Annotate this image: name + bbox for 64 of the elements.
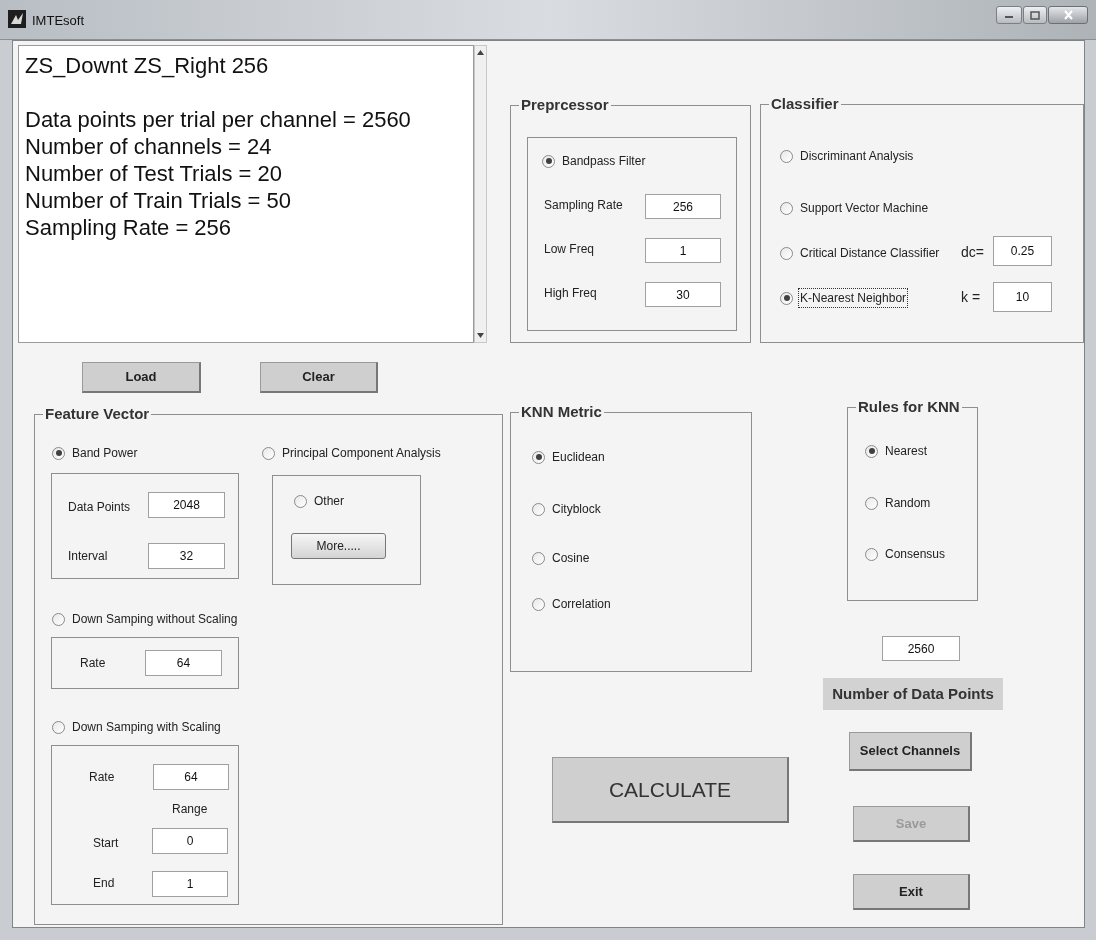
input-field[interactable]: 32 xyxy=(148,543,225,569)
parameter-label: dc= xyxy=(961,243,984,262)
radio-label: Band Power xyxy=(71,445,139,462)
range-label: Range xyxy=(172,801,208,818)
info-line: Sampling Rate = 256 xyxy=(25,214,233,241)
radio-label: Down Samping with Scaling xyxy=(71,719,222,736)
radio-label: Consensus xyxy=(884,546,947,563)
input-field[interactable]: 30 xyxy=(645,282,721,307)
field-label: Start xyxy=(93,835,119,852)
data-points-label: Number of Data Points xyxy=(823,678,1003,710)
field-label: Interval xyxy=(68,548,108,565)
field-label: End xyxy=(93,875,115,892)
app-icon xyxy=(8,10,26,28)
scroll-down-icon[interactable] xyxy=(477,333,484,338)
input-field[interactable]: 64 xyxy=(145,650,222,676)
maximize-icon xyxy=(1030,10,1040,20)
input-field[interactable]: 1 xyxy=(152,871,228,897)
input-field[interactable]: 0 xyxy=(152,828,228,854)
action-button[interactable]: Select Channels xyxy=(849,732,972,771)
radio-label: Correlation xyxy=(551,596,612,613)
input-field[interactable]: 2560 xyxy=(882,636,960,661)
radio-label: Cosine xyxy=(551,550,591,567)
radio-label: Support Vector Machine xyxy=(799,200,930,217)
radio-label: Down Samping without Scaling xyxy=(71,611,239,628)
field-label: Low Freq xyxy=(544,241,595,258)
scroll-up-icon[interactable] xyxy=(477,50,484,55)
field-label: Rate xyxy=(80,655,106,672)
minimize-button[interactable] xyxy=(996,6,1022,24)
field-label: Sampling Rate xyxy=(544,197,623,214)
action-button[interactable]: Exit xyxy=(853,874,970,910)
input-field[interactable]: 256 xyxy=(645,194,721,219)
maximize-button[interactable] xyxy=(1023,6,1047,24)
field-label: Data Points xyxy=(68,499,131,516)
info-line: Number of Test Trials = 20 xyxy=(25,160,283,187)
radio-label: Other xyxy=(313,493,345,510)
scrollbar[interactable] xyxy=(474,45,487,343)
close-button[interactable] xyxy=(1048,6,1088,24)
radio-label: Euclidean xyxy=(551,449,606,466)
input-field[interactable]: 2048 xyxy=(148,492,225,518)
calculate-button[interactable]: CALCULATE xyxy=(552,757,789,823)
radio-label: Discriminant Analysis xyxy=(799,148,915,165)
close-icon xyxy=(1062,10,1074,20)
field-label: High Freq xyxy=(544,285,597,302)
input-field[interactable]: 64 xyxy=(153,764,229,790)
radio-label: K-Nearest Neighbor xyxy=(799,289,908,307)
radio-label: Cityblock xyxy=(551,501,602,518)
input-field[interactable]: 10 xyxy=(993,282,1052,312)
more-button[interactable]: More..... xyxy=(291,533,386,559)
radio-label: Principal Component Analysis xyxy=(281,445,442,462)
info-line: Number of Train Trials = 50 xyxy=(25,187,292,214)
window-title: IMTEsoft xyxy=(32,12,84,30)
input-field[interactable]: 0.25 xyxy=(993,236,1052,266)
parameter-label: k = xyxy=(961,288,981,307)
input-field[interactable]: 1 xyxy=(645,238,721,263)
info-line: ZS_Downt ZS_Right 256 xyxy=(25,52,270,79)
action-button[interactable]: Load xyxy=(82,362,201,393)
radio-label: Nearest xyxy=(884,443,929,460)
info-line: Number of channels = 24 xyxy=(25,133,273,160)
info-line: Data points per trial per channel = 2560 xyxy=(25,106,412,133)
radio-label: Bandpass Filter xyxy=(561,153,647,170)
field-label: Rate xyxy=(89,769,115,786)
radio-label: Random xyxy=(884,495,932,512)
action-button[interactable]: Clear xyxy=(260,362,378,393)
radio-label: Critical Distance Classifier xyxy=(799,245,941,262)
